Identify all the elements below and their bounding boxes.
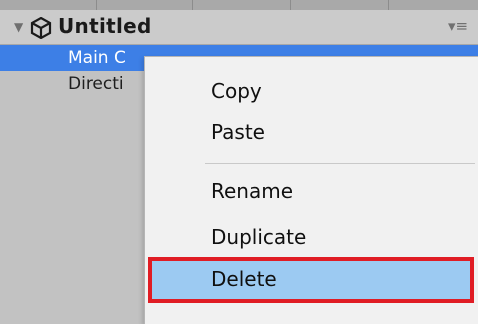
- top-strip-tick: [192, 0, 193, 10]
- hierarchy-item-label: Directi: [68, 74, 124, 94]
- menu-item-paste[interactable]: Paste: [145, 109, 478, 155]
- hierarchy-item-label: Main C: [68, 48, 126, 68]
- menu-item-delete[interactable]: Delete: [148, 257, 474, 303]
- menu-item-label: Copy: [211, 79, 262, 103]
- top-strip-tick: [290, 0, 291, 10]
- panel-top-strip: [0, 0, 478, 10]
- unity-logo-icon: [30, 17, 52, 39]
- menu-separator: [205, 163, 475, 164]
- top-strip-tick: [388, 0, 389, 10]
- menu-item-label: Rename: [211, 179, 294, 203]
- menu-item-label: Paste: [211, 120, 265, 144]
- menu-item-copy[interactable]: Copy: [145, 68, 478, 114]
- scene-header[interactable]: ▼ Untitled ▾≡: [0, 10, 478, 45]
- menu-item-duplicate[interactable]: Duplicate: [145, 214, 478, 260]
- top-strip-tick: [96, 0, 97, 10]
- menu-item-rename[interactable]: Rename: [145, 168, 478, 214]
- scene-title: Untitled: [58, 14, 152, 38]
- scene-menu-icon[interactable]: ▾≡: [448, 17, 468, 35]
- expand-triangle-icon[interactable]: ▼: [14, 20, 23, 34]
- menu-item-label: Duplicate: [211, 225, 307, 249]
- context-menu: Copy Paste Rename Duplicate Delete: [144, 56, 478, 324]
- menu-item-label: Delete: [211, 267, 277, 291]
